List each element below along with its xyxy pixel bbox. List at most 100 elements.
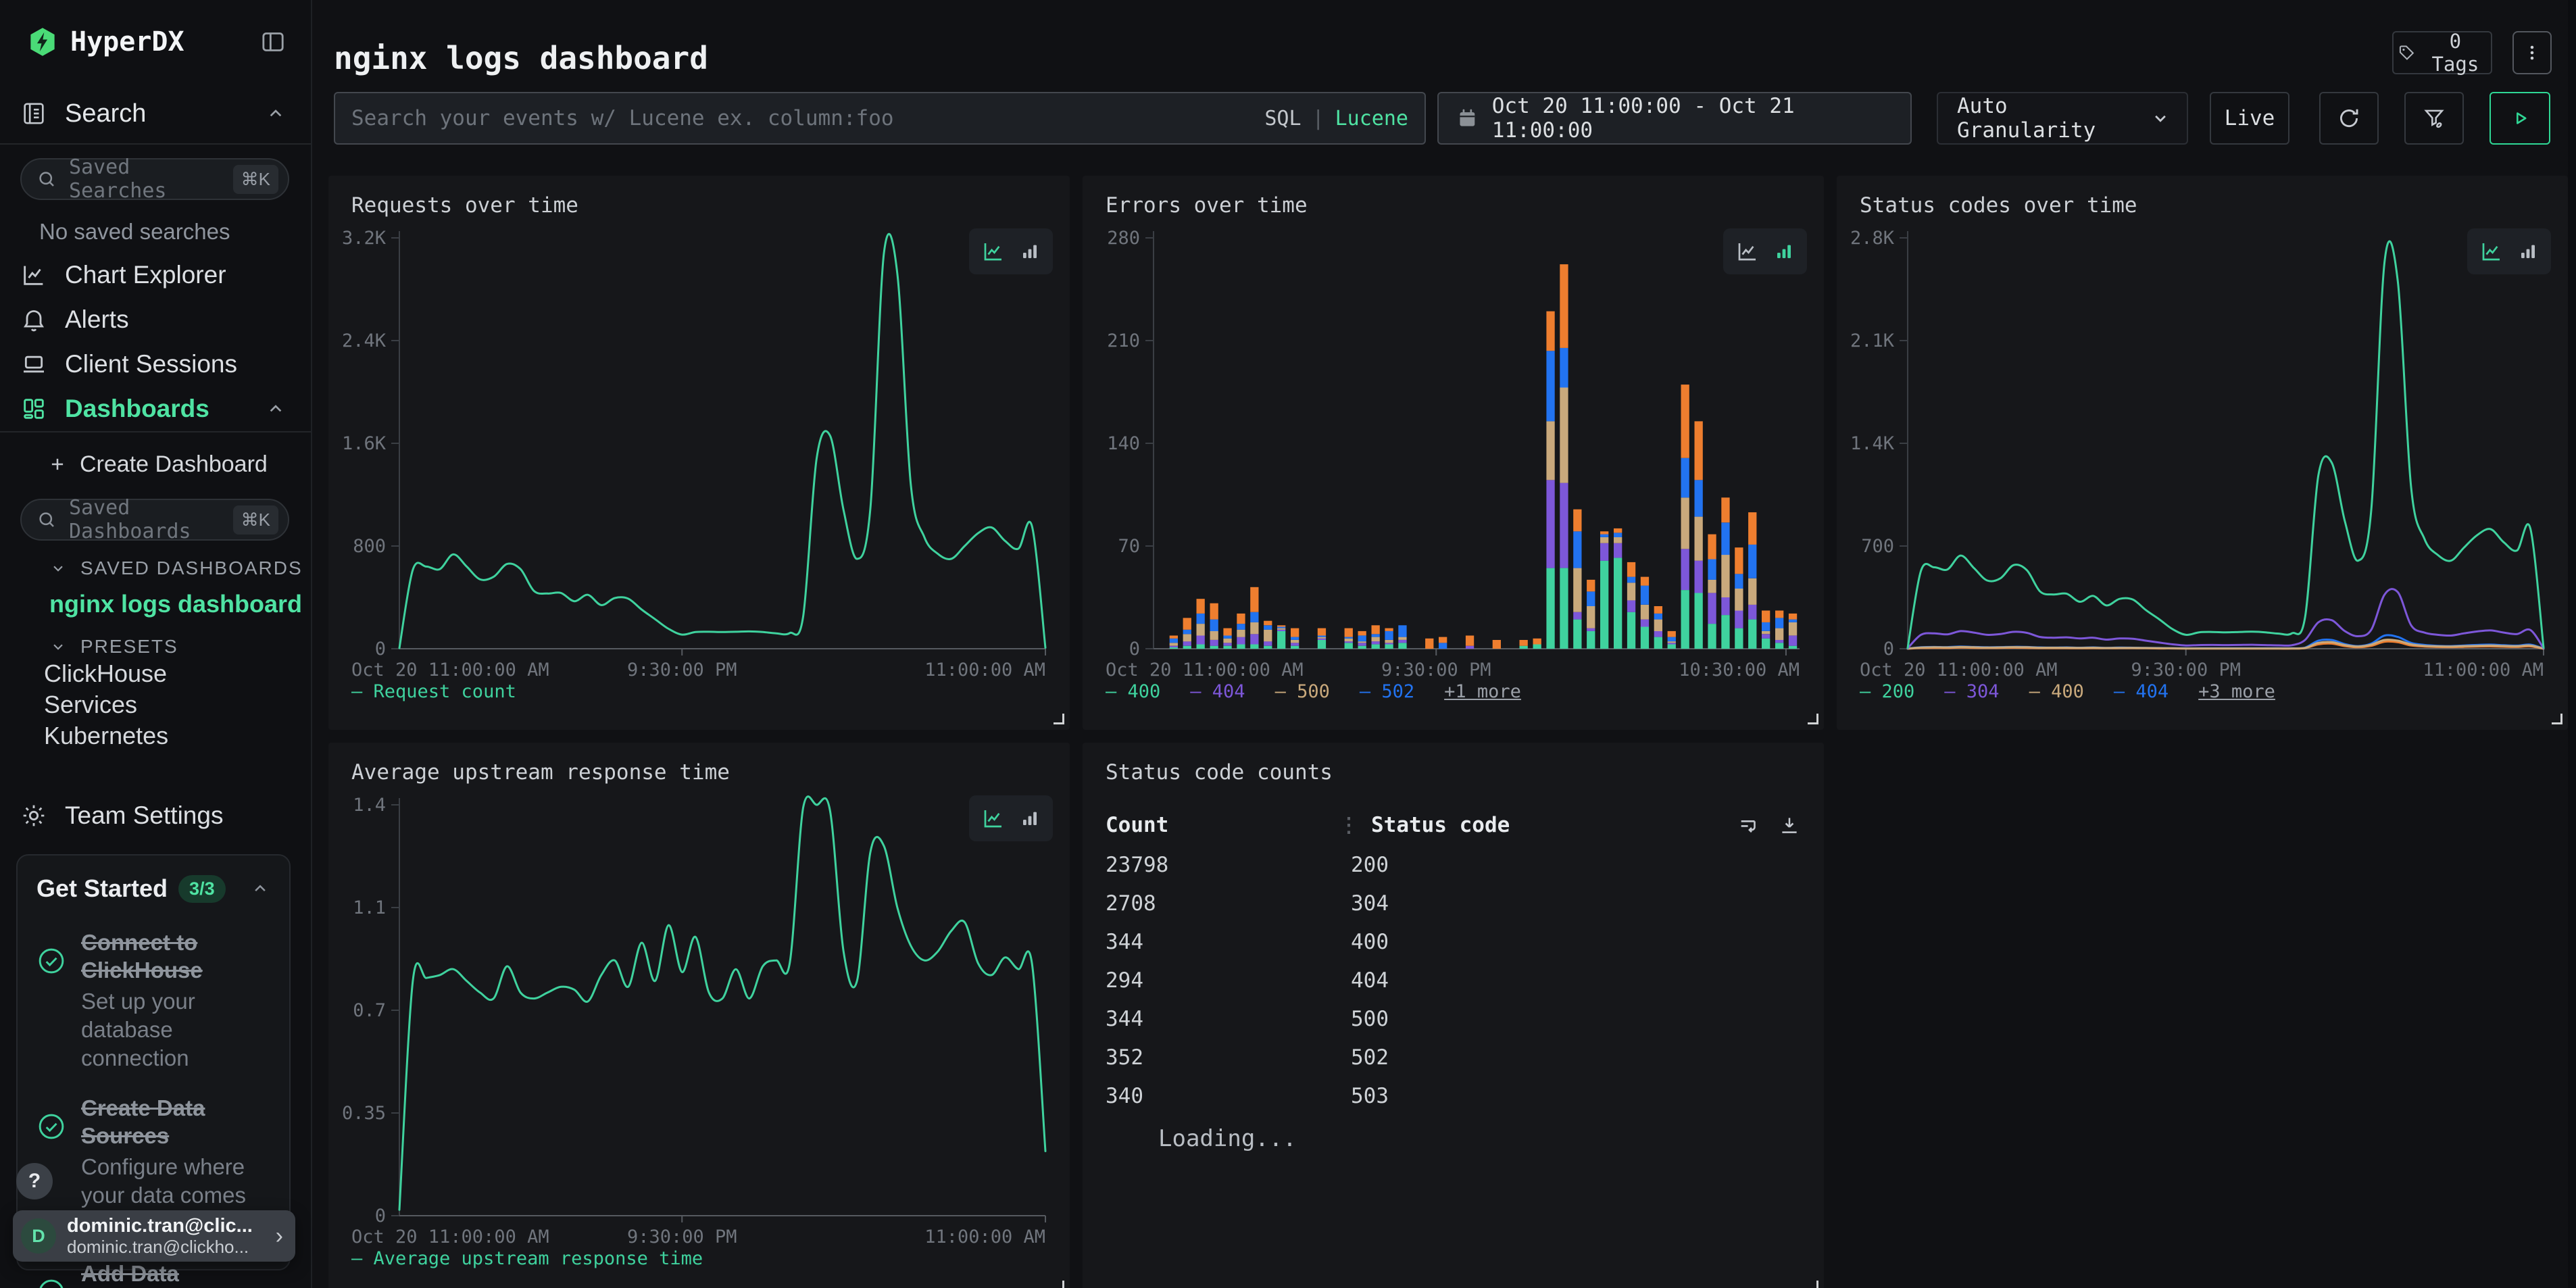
sidebar-item-chart-explorer[interactable]: Chart Explorer xyxy=(0,253,311,297)
refresh-button[interactable] xyxy=(2319,92,2379,145)
date-range-value: Oct 20 11:00:00 - Oct 21 11:00:00 xyxy=(1492,94,1893,143)
presets-group[interactable]: PRESETS xyxy=(49,635,311,658)
group-label: PRESETS xyxy=(80,636,178,658)
kebab-menu-icon xyxy=(2521,42,2543,64)
table-row[interactable]: 352 502 xyxy=(1106,1038,1801,1076)
sidebar-item-label: Client Sessions xyxy=(65,350,287,378)
cell-status-code: 503 xyxy=(1351,1084,1389,1108)
bar-chart-toggle[interactable] xyxy=(2517,241,2539,262)
sql-mode-toggle[interactable]: SQL xyxy=(1264,107,1301,130)
sidebar-item-dashboards[interactable]: Dashboards xyxy=(0,387,311,431)
sidebar-item-kubernetes[interactable]: Kubernetes xyxy=(44,720,311,751)
brand-row: HyperDX xyxy=(0,0,311,84)
line-chart-toggle[interactable] xyxy=(2479,239,2504,264)
table-row[interactable]: 344 400 xyxy=(1106,922,1801,961)
get-started-progress-badge: 3/3 xyxy=(178,875,226,903)
chevron-up-icon[interactable] xyxy=(265,398,287,420)
collapse-sidebar-button[interactable] xyxy=(259,28,287,55)
no-saved-searches-text: No saved searches xyxy=(39,219,311,245)
get-started-title: Get Started xyxy=(36,874,168,903)
column-header-status-code[interactable]: Status code xyxy=(1371,813,1510,837)
chevron-up-icon[interactable] xyxy=(250,878,270,899)
wrap-lines-icon[interactable] xyxy=(1737,814,1760,837)
get-started-card: Get Started 3/3 Connect to ClickHouse Se… xyxy=(16,854,291,1270)
legend-item[interactable]: — 502 xyxy=(1360,681,1414,702)
table-row[interactable]: 344 500 xyxy=(1106,999,1801,1038)
sidebar-item-team-settings[interactable]: Team Settings xyxy=(0,793,311,838)
svg-text:280: 280 xyxy=(1107,228,1140,249)
panel-status-code-counts: Status code counts Count ⋮ Status code 2… xyxy=(1083,743,1824,1288)
cell-status-code: 500 xyxy=(1351,1007,1389,1031)
chart-explorer-icon xyxy=(20,262,47,289)
line-chart-toggle[interactable] xyxy=(1735,239,1760,264)
event-search-input[interactable]: Search your events w/ Lucene ex. column:… xyxy=(334,92,1426,145)
legend-item[interactable]: — 400 xyxy=(2029,681,2084,702)
gear-icon xyxy=(20,802,47,829)
sidebar-item-search[interactable]: Search xyxy=(0,84,311,143)
panel-title: Status code counts xyxy=(1106,760,1333,785)
get-started-step-connect[interactable]: Connect to ClickHouse Set up your databa… xyxy=(36,928,270,1072)
line-chart-toggle[interactable] xyxy=(981,239,1006,264)
svg-text:9:30:00 PM: 9:30:00 PM xyxy=(2131,660,2241,680)
legend-item[interactable]: — 304 xyxy=(1944,681,1999,702)
download-icon[interactable] xyxy=(1778,814,1801,837)
sidebar-item-nginx-logs-dashboard[interactable]: nginx logs dashboard xyxy=(49,589,311,619)
run-query-button[interactable] xyxy=(2490,92,2550,145)
legend-item[interactable]: — 404 xyxy=(1190,681,1245,702)
saved-searches-input[interactable]: Saved Searches ⌘K xyxy=(20,158,289,200)
live-button[interactable]: Live xyxy=(2210,92,2289,145)
svg-text:1.4: 1.4 xyxy=(353,795,386,816)
table-row[interactable]: 340 503 xyxy=(1106,1076,1801,1115)
table-row[interactable]: 23798 200 xyxy=(1106,845,1801,884)
saved-dashboards-group[interactable]: SAVED DASHBOARDS xyxy=(49,557,311,580)
legend-item[interactable]: — 500 xyxy=(1275,681,1330,702)
sidebar-item-client-sessions[interactable]: Client Sessions xyxy=(0,342,311,387)
legend-item[interactable]: — 200 xyxy=(1860,681,1914,702)
column-header-count[interactable]: Count xyxy=(1106,813,1339,837)
legend-item[interactable]: — 400 xyxy=(1106,681,1160,702)
bar-chart-toggle[interactable] xyxy=(1019,241,1041,262)
bell-icon xyxy=(20,306,47,333)
panel-title: Errors over time xyxy=(1106,193,1308,218)
saved-dashboards-placeholder: Saved Dashboards xyxy=(69,496,233,543)
granularity-value: Auto Granularity xyxy=(1957,94,2150,143)
legend-more-link[interactable]: +3 more xyxy=(2198,681,2275,702)
bar-chart-toggle[interactable] xyxy=(1019,808,1041,829)
divider xyxy=(0,143,311,145)
legend-item[interactable]: — Average upstream response time xyxy=(351,1248,703,1269)
saved-dashboards-input[interactable]: Saved Dashboards ⌘K xyxy=(20,499,289,541)
line-chart: 07001.4K2.1K2.8KOct 20 11:00:00 AM9:30:0… xyxy=(1837,176,2568,730)
panel-title: Requests over time xyxy=(351,193,578,218)
sidebar-item-clickhouse[interactable]: ClickHouse xyxy=(44,658,311,689)
help-button[interactable]: ? xyxy=(16,1163,53,1199)
table-row[interactable]: 294 404 xyxy=(1106,961,1801,999)
scrollbar-gutter[interactable] xyxy=(2568,0,2576,1288)
step-title: Create Data Sources xyxy=(81,1094,270,1150)
create-dashboard-button[interactable]: Create Dashboard xyxy=(0,443,311,485)
granularity-select[interactable]: Auto Granularity xyxy=(1937,92,2188,145)
column-resize-handle[interactable]: ⋮ xyxy=(1339,814,1359,837)
legend-item[interactable]: — 404 xyxy=(2114,681,2169,702)
svg-text:11:00:00 AM: 11:00:00 AM xyxy=(924,660,1045,680)
tags-button[interactable]: 0 Tags xyxy=(2392,31,2492,74)
line-chart-toggle[interactable] xyxy=(981,806,1006,831)
legend-more-link[interactable]: +1 more xyxy=(1444,681,1521,702)
date-range-picker[interactable]: Oct 20 11:00:00 - Oct 21 11:00:00 xyxy=(1437,92,1912,145)
get-started-step-add-data[interactable]: Add Data Start sending logs, metrics, or… xyxy=(36,1260,270,1288)
sidebar-item-services[interactable]: Services xyxy=(44,689,311,720)
chevron-up-icon[interactable] xyxy=(265,103,287,124)
panel-title: Average upstream response time xyxy=(351,760,730,785)
user-menu[interactable]: D dominic.tran@clic... dominic.tran@clic… xyxy=(13,1210,295,1262)
sidebar-item-alerts[interactable]: Alerts xyxy=(0,297,311,342)
filter-button[interactable] xyxy=(2404,92,2464,145)
user-name: dominic.tran@clic... xyxy=(67,1215,276,1237)
table-row[interactable]: 2708 304 xyxy=(1106,884,1801,922)
more-options-button[interactable] xyxy=(2512,31,2552,74)
chevron-down-icon xyxy=(49,638,67,655)
legend-item[interactable]: — Request count xyxy=(351,681,516,702)
sidebar-item-label: Search xyxy=(65,99,265,128)
chart-type-toggle xyxy=(1723,228,1807,274)
bar-chart-toggle[interactable] xyxy=(1773,241,1795,262)
lucene-mode-toggle[interactable]: Lucene xyxy=(1335,107,1408,130)
panel-average-upstream-response-time: 00.350.71.11.4Oct 20 11:00:00 AM9:30:00 … xyxy=(328,743,1070,1288)
